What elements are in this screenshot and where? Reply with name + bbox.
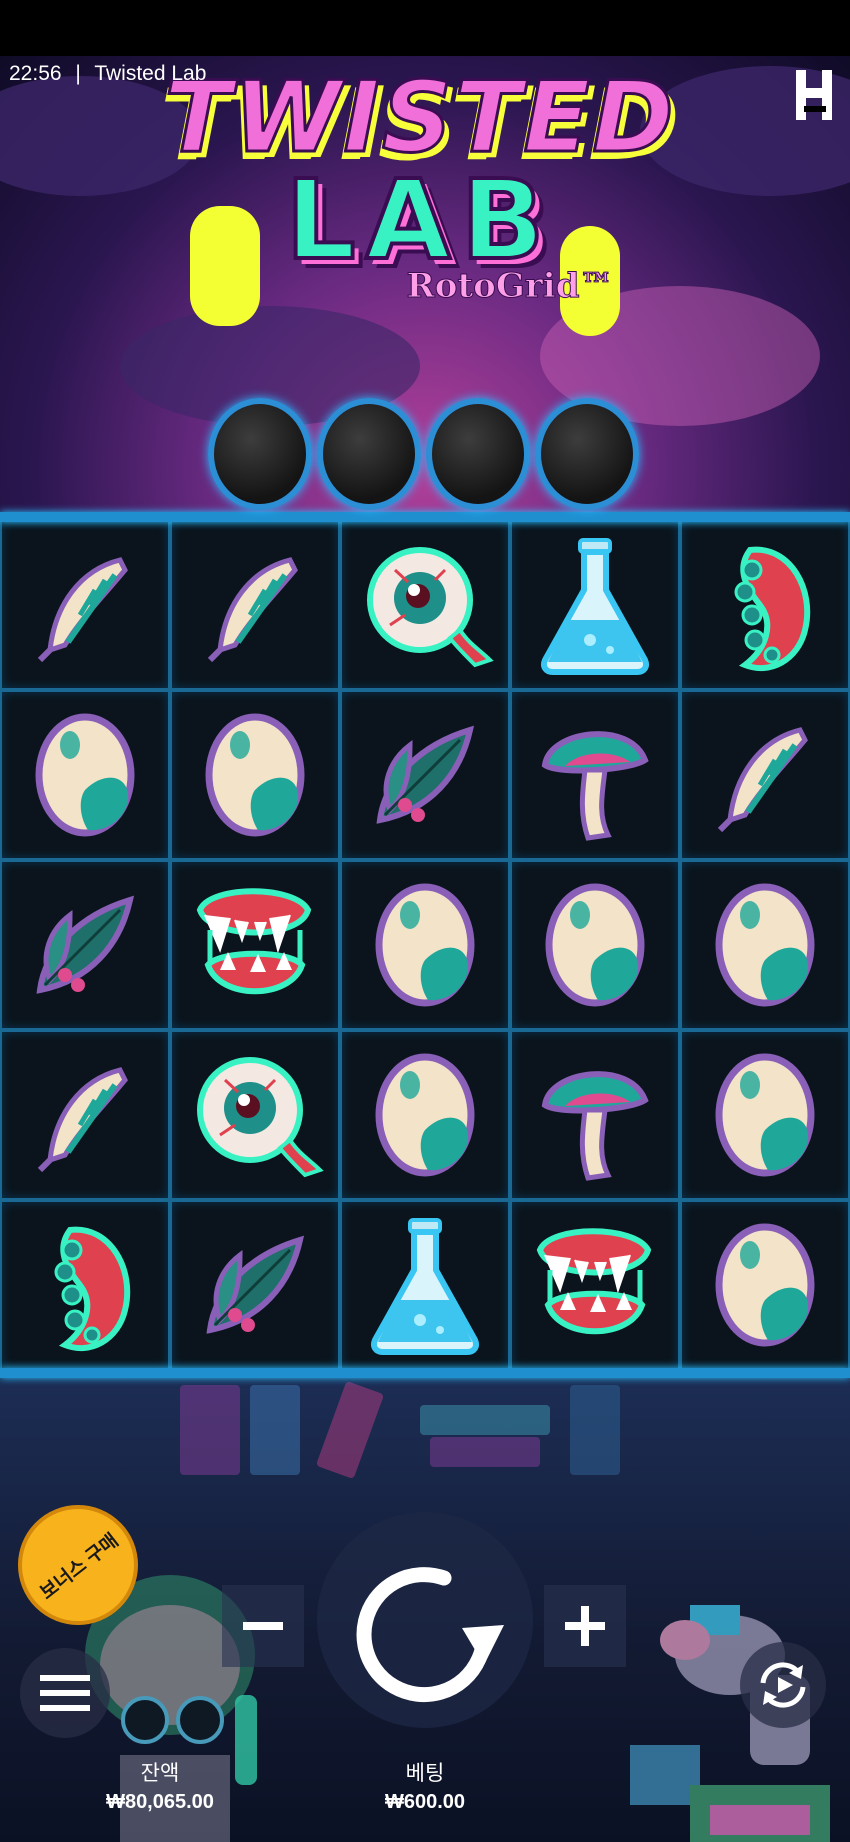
- orb-slot: [535, 398, 639, 510]
- minus-icon: [243, 1622, 283, 1630]
- grid-cell: [0, 1200, 170, 1370]
- grid-cell: [170, 520, 340, 690]
- grid-cell: [680, 1200, 850, 1370]
- egg-icon: [205, 713, 305, 837]
- app-title: Twisted Lab: [94, 62, 207, 85]
- autoplay-icon: [760, 1662, 806, 1708]
- logo-line-twisted: TWISTED: [163, 61, 676, 175]
- grid-cell: [340, 860, 510, 1030]
- egg-icon: [715, 1223, 815, 1347]
- grid-cell: [170, 690, 340, 860]
- orb-slot: [317, 398, 421, 510]
- plus-icon: [565, 1606, 605, 1646]
- tentacle-icon: [54, 1226, 131, 1352]
- egg-icon: [715, 883, 815, 1007]
- grid-cell: [510, 860, 680, 1030]
- multiplier-orbs: [208, 398, 644, 510]
- egg-icon: [375, 1053, 475, 1177]
- grid-cell: [510, 1030, 680, 1200]
- eyeball-icon: [367, 547, 494, 668]
- status-separator: |: [75, 62, 81, 85]
- feather-icon: [207, 557, 298, 663]
- fangs-icon: [196, 888, 312, 995]
- mushroom-icon: [541, 731, 649, 841]
- grid-cell: [340, 1200, 510, 1370]
- grid-cell: [0, 520, 170, 690]
- grid-cell: [0, 690, 170, 860]
- grid-cell: [340, 1030, 510, 1200]
- spin-button[interactable]: [334, 1540, 524, 1730]
- logo-line-lab: LAB: [283, 156, 555, 284]
- feather-icon: [717, 727, 808, 833]
- flask-icon: [371, 1218, 479, 1355]
- balance-value: ₩80,065.00: [106, 1791, 214, 1813]
- spin-icon: [356, 1567, 504, 1703]
- fangs-icon: [536, 1228, 652, 1335]
- decrease-bet-button[interactable]: [222, 1585, 304, 1667]
- grid-cell: [170, 1030, 340, 1200]
- mushroom-icon: [541, 1071, 649, 1181]
- grid-cell: [680, 1030, 850, 1200]
- grid-cell: [510, 1200, 680, 1370]
- feather-icon: [37, 557, 128, 663]
- game-logo: TWISTED LAB RotoGrid™: [150, 60, 690, 380]
- grid-cell: [0, 860, 170, 1030]
- balance-display: 잔액 ₩80,065.00: [90, 1757, 230, 1814]
- status-bar: [0, 0, 850, 56]
- increase-bet-button[interactable]: [544, 1585, 626, 1667]
- orb-slot: [208, 398, 312, 510]
- bet-display: 베팅 ₩600.00: [355, 1757, 495, 1814]
- grid-bottom-divider: [0, 1368, 850, 1378]
- balance-label: 잔액: [140, 1762, 180, 1785]
- provider-logo-icon: [796, 70, 832, 120]
- egg-icon: [35, 713, 135, 837]
- tentacle-icon: [734, 546, 811, 672]
- grid-cell: [680, 860, 850, 1030]
- grid-cell: [0, 1030, 170, 1200]
- leaf-icon: [36, 895, 135, 994]
- egg-icon: [715, 1053, 815, 1177]
- bet-label: 베팅: [405, 1762, 445, 1785]
- bet-value: ₩600.00: [384, 1791, 466, 1813]
- grid-cell: [510, 520, 680, 690]
- orb-slot: [426, 398, 530, 510]
- leaf-icon: [376, 725, 475, 824]
- grid-cell: [170, 1200, 340, 1370]
- status-line: 22:56 | Twisted Lab: [9, 62, 214, 86]
- grid-cell: [680, 690, 850, 860]
- grid-cell: [170, 860, 340, 1030]
- bonus-buy-button[interactable]: 보너스 구매: [18, 1505, 138, 1625]
- leaf-icon: [206, 1235, 305, 1334]
- feather-icon: [37, 1067, 128, 1173]
- autoplay-button[interactable]: [740, 1642, 826, 1728]
- grid-cell: [340, 690, 510, 860]
- egg-icon: [375, 883, 475, 1007]
- grid-cell: [510, 690, 680, 860]
- egg-icon: [545, 883, 645, 1007]
- reel-grid: [0, 520, 850, 1370]
- bonus-buy-label: 보너스 구매: [36, 1529, 123, 1604]
- grid-cell: [340, 520, 510, 690]
- flask-icon: [541, 538, 649, 675]
- menu-button[interactable]: [20, 1648, 110, 1738]
- eyeball-icon: [197, 1057, 324, 1178]
- clock: 22:56: [9, 62, 62, 85]
- grid-top-divider: [0, 512, 850, 522]
- menu-icon: [40, 1675, 90, 1711]
- grid-cell: [680, 520, 850, 690]
